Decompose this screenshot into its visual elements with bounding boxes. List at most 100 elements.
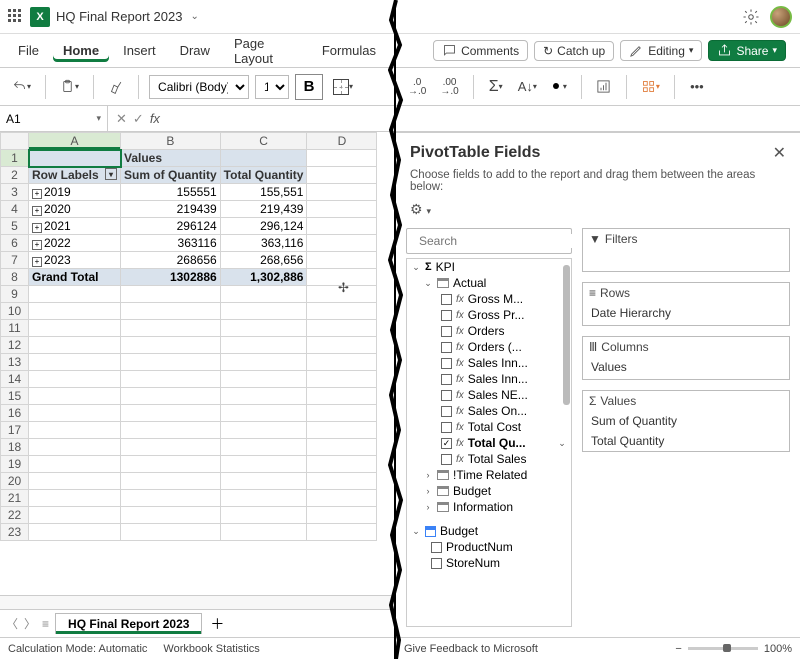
row-header[interactable]: 8 xyxy=(1,269,29,286)
zoom-slider[interactable] xyxy=(688,647,758,650)
row-header[interactable]: 13 xyxy=(1,354,29,371)
comments-button[interactable]: Comments xyxy=(433,40,528,61)
field-search-input[interactable] xyxy=(419,234,574,248)
field-checkbox[interactable] xyxy=(441,390,452,401)
app-launcher-icon[interactable] xyxy=(8,9,24,25)
cell[interactable] xyxy=(307,218,377,235)
addins-button[interactable]: ▾ xyxy=(637,74,664,100)
col-header-b[interactable]: B xyxy=(121,133,221,150)
calc-mode-label[interactable]: Calculation Mode: Automatic xyxy=(8,643,147,655)
row-header[interactable]: 14 xyxy=(1,371,29,388)
cell[interactable]: +2019 xyxy=(29,184,121,201)
font-size-select[interactable]: 11 xyxy=(255,75,289,99)
cell[interactable]: 219,439 xyxy=(220,201,307,218)
cell[interactable]: Sum of Quantity xyxy=(121,167,221,184)
tab-page-layout[interactable]: Page Layout xyxy=(224,32,308,70)
field-checkbox[interactable] xyxy=(441,294,452,305)
name-box[interactable]: ▾ xyxy=(0,106,108,131)
col-header-c[interactable]: C xyxy=(220,133,307,150)
tab-draw[interactable]: Draw xyxy=(170,39,220,62)
spreadsheet-grid[interactable]: A B C D 1 Values 2 Row Labels▾ Sum of Qu… xyxy=(0,132,394,595)
undo-button[interactable]: ▾ xyxy=(8,74,35,100)
cell[interactable]: 363,116 xyxy=(220,235,307,252)
field-checkbox[interactable] xyxy=(441,342,452,353)
expand-icon[interactable]: + xyxy=(32,206,42,216)
cell[interactable] xyxy=(307,269,377,286)
cell[interactable]: Grand Total xyxy=(29,269,121,286)
sheet-nav-prev-icon[interactable]: 〈 xyxy=(6,615,18,632)
col-header-a[interactable]: A xyxy=(29,133,121,150)
cell[interactable]: +2020 xyxy=(29,201,121,218)
cell[interactable]: Values xyxy=(121,150,221,167)
row-header[interactable]: 10 xyxy=(1,303,29,320)
row-header[interactable]: 11 xyxy=(1,320,29,337)
field-list-tree[interactable]: ⌄ΣKPI ⌄Actual fxGross M... fxGross Pr...… xyxy=(406,258,572,627)
rows-drop-zone[interactable]: ≡Rows Date Hierarchy xyxy=(582,282,790,326)
add-sheet-button[interactable]: ＋ xyxy=(208,615,226,633)
paste-button[interactable]: ▾ xyxy=(56,74,83,100)
autosum-button[interactable]: Σ▾ xyxy=(484,74,508,100)
cell[interactable]: 1302886 xyxy=(121,269,221,286)
cell[interactable]: 296124 xyxy=(121,218,221,235)
sheet-nav-next-icon[interactable]: 〉 xyxy=(24,615,36,632)
field-checkbox[interactable] xyxy=(441,374,452,385)
values-zone-item[interactable]: Total Quantity xyxy=(583,431,789,451)
tree-scrollbar[interactable] xyxy=(563,265,570,405)
name-box-chevron-icon[interactable]: ▾ xyxy=(96,113,101,124)
row-header[interactable]: 3 xyxy=(1,184,29,201)
field-checkbox[interactable] xyxy=(431,542,442,553)
cell[interactable]: 268,656 xyxy=(220,252,307,269)
editing-mode-button[interactable]: Editing▾ xyxy=(620,40,702,61)
row-header[interactable]: 5 xyxy=(1,218,29,235)
row-header[interactable]: 15 xyxy=(1,388,29,405)
formula-input[interactable] xyxy=(168,106,394,131)
cell[interactable]: 155,551 xyxy=(220,184,307,201)
row-header[interactable]: 7 xyxy=(1,252,29,269)
row-header[interactable]: 18 xyxy=(1,439,29,456)
row-header[interactable]: 6 xyxy=(1,235,29,252)
name-box-input[interactable] xyxy=(0,112,80,126)
expand-icon[interactable]: + xyxy=(32,189,42,199)
pivot-pane-settings-icon[interactable]: ⚙ xyxy=(410,201,423,217)
expand-icon[interactable]: + xyxy=(32,240,42,250)
cell[interactable] xyxy=(307,252,377,269)
row-header[interactable]: 23 xyxy=(1,524,29,541)
analyze-data-button[interactable] xyxy=(592,74,616,100)
row-header[interactable]: 22 xyxy=(1,507,29,524)
cell[interactable]: +2023 xyxy=(29,252,121,269)
all-sheets-icon[interactable]: ≡ xyxy=(42,617,49,631)
row-header[interactable]: 4 xyxy=(1,201,29,218)
row-header[interactable]: 12 xyxy=(1,337,29,354)
more-commands-button[interactable]: ••• xyxy=(685,74,709,100)
field-checkbox[interactable] xyxy=(441,438,452,449)
field-checkbox[interactable] xyxy=(441,454,452,465)
cell[interactable]: 363116 xyxy=(121,235,221,252)
columns-drop-zone[interactable]: ⅢColumns Values xyxy=(582,336,790,380)
font-name-select[interactable]: Calibri (Body) xyxy=(149,75,249,99)
field-checkbox[interactable] xyxy=(441,326,452,337)
feedback-link[interactable]: Give Feedback to Microsoft xyxy=(404,643,538,655)
field-checkbox[interactable] xyxy=(431,558,442,569)
row-labels-filter-icon[interactable]: ▾ xyxy=(105,168,117,180)
field-checkbox[interactable] xyxy=(441,422,452,433)
cell[interactable]: Row Labels▾ xyxy=(29,167,121,184)
cell[interactable]: 219439 xyxy=(121,201,221,218)
cell[interactable]: 155551 xyxy=(121,184,221,201)
expand-icon[interactable]: + xyxy=(32,223,42,233)
cell[interactable] xyxy=(307,184,377,201)
row-header[interactable]: 17 xyxy=(1,422,29,439)
catch-up-button[interactable]: ↻Catch up xyxy=(534,41,614,61)
filters-drop-zone[interactable]: ▼Filters xyxy=(582,228,790,272)
tab-formulas[interactable]: Formulas xyxy=(312,39,386,62)
cell[interactable] xyxy=(307,201,377,218)
select-all-corner[interactable] xyxy=(1,133,29,150)
cell[interactable] xyxy=(220,150,307,167)
row-header[interactable]: 9 xyxy=(1,286,29,303)
row-header[interactable]: 2 xyxy=(1,167,29,184)
field-checkbox[interactable] xyxy=(441,406,452,417)
accept-formula-icon[interactable]: ✓ xyxy=(133,111,144,127)
cell[interactable]: 1,302,886 xyxy=(220,269,307,286)
row-header[interactable]: 21 xyxy=(1,490,29,507)
user-avatar[interactable] xyxy=(770,6,792,28)
cell[interactable] xyxy=(307,167,377,184)
